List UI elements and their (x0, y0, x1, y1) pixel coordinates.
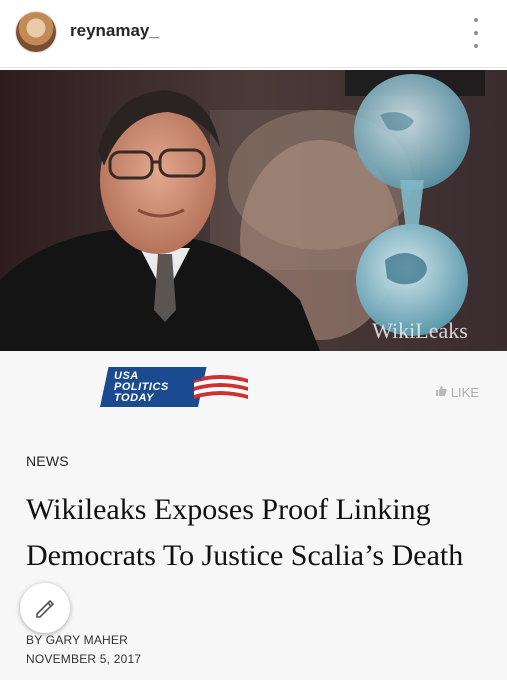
article-byline: BY GARY MAHER NOVEMBER 5, 2017 (26, 631, 141, 669)
like-label: LIKE (450, 385, 479, 400)
flag-icon (194, 373, 248, 399)
brand-logo-line: TODAY (114, 392, 154, 404)
article-card[interactable]: USA POLITICS TODAY LIKE NEWS Wikileaks E… (0, 351, 507, 680)
avatar[interactable] (16, 12, 56, 52)
post-image: WikiLeaks (0, 70, 507, 351)
article-headline[interactable]: Wikileaks Exposes Proof Linking Democrat… (26, 487, 486, 579)
more-vertical-icon[interactable] (471, 18, 481, 48)
post-header: reynamay_ (0, 0, 507, 68)
username[interactable]: reynamay_ (70, 21, 159, 41)
article-date: NOVEMBER 5, 2017 (26, 652, 142, 666)
article-author: BY GARY MAHER (26, 633, 128, 647)
brand-logo: USA POLITICS TODAY (100, 363, 252, 411)
thumbs-up-icon (435, 385, 447, 400)
edit-button[interactable] (20, 583, 70, 633)
post-photo: WikiLeaks (0, 70, 507, 351)
watermark-text: WikiLeaks (372, 318, 468, 343)
article-category: NEWS (26, 453, 69, 469)
like-button[interactable]: LIKE (435, 385, 479, 400)
pencil-icon (36, 599, 55, 618)
